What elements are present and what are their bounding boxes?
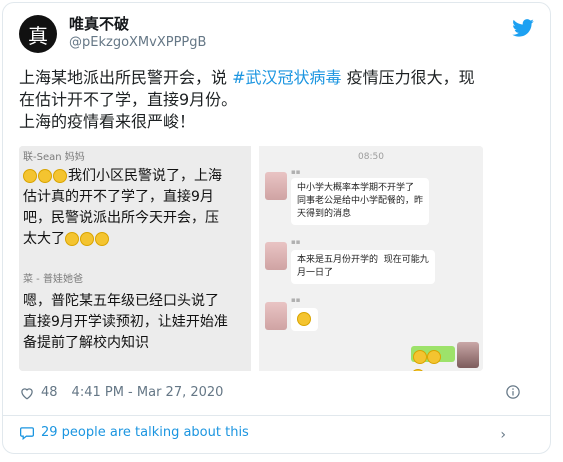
chat-message: 太大了: [23, 229, 110, 250]
media-image[interactable]: 联-Sean 妈妈 我们小区民警说了，上海 估计真的开不了学了，直接9月 吧，民…: [19, 146, 483, 371]
chat-sender: 联-Sean 妈妈: [23, 152, 85, 163]
conversation-link[interactable]: 29 people are talking about this: [19, 425, 249, 440]
chat-screenshot-left: 联-Sean 妈妈 我们小区民警说了，上海 估计真的开不了学了，直接9月 吧，民…: [19, 146, 251, 371]
tweet-text: 上海某地派出所民警开会，说 #武汉冠状病毒 疫情压力很大，现 在估计开不了学，直…: [19, 67, 534, 133]
blurred-avatar: [265, 172, 287, 200]
chat-message: 估计真的开不了学了，直接9月: [23, 189, 214, 205]
text-line: 在估计开不了学，直接9月份。: [19, 90, 238, 109]
chat-message: 备提前了解校内知识: [23, 335, 149, 351]
like-count[interactable]: 48: [41, 385, 58, 400]
chevron-right-icon[interactable]: ›: [500, 427, 506, 443]
emoji-icon: [80, 232, 94, 246]
my-chat-bubble: [411, 346, 455, 371]
tweet-header: 真 唯真不破 @pEkzgoXMvXPPPgB: [19, 13, 538, 57]
emoji-icon: [23, 169, 37, 183]
emoji-icon: [95, 232, 109, 246]
emoji-icon: [413, 350, 427, 364]
hashtag-link[interactable]: #武汉冠状病毒: [232, 68, 341, 87]
text-line: 上海的疫情看来很严峻！: [19, 112, 196, 131]
emoji-icon: [411, 368, 425, 371]
emoji-icon: [53, 169, 67, 183]
emoji-icon: [427, 349, 441, 364]
timestamp[interactable]: 4:41 PM - Mar 27, 2020: [72, 385, 224, 400]
blurred-avatar: [265, 302, 287, 330]
chat-sender: 菜 - 普娃她爸: [23, 274, 83, 285]
chat-bubble: 本来是五月份开学的 现在可能九 月一日了: [291, 250, 435, 284]
blurred-name: ▪▪: [291, 168, 301, 176]
blurred-name: ▪▪: [291, 238, 301, 246]
comment-icon: [20, 426, 34, 440]
chat-message: 嗯，普陀某五年级已经口头说了: [23, 293, 219, 309]
chat-bubble: 中小学大概率本学期不开学了 同事老公是给中小学配餐的，昨 天得到的消息: [291, 178, 430, 225]
avatar[interactable]: 真: [19, 15, 57, 53]
text-segment: 上海某地派出所民警开会，说: [19, 68, 233, 87]
author-block[interactable]: 唯真不破 @pEkzgoXMvXPPPgB: [69, 15, 206, 52]
blurred-name: ▪▪: [291, 296, 301, 304]
handle[interactable]: @pEkzgoXMvXPPPgB: [69, 34, 206, 52]
text-segment: 疫情压力很大，现: [341, 68, 475, 87]
conversation-count[interactable]: 29 people are talking about this: [41, 425, 249, 440]
tweet-meta: 48 4:41 PM - Mar 27, 2020: [19, 385, 223, 400]
tweet-card: 真 唯真不破 @pEkzgoXMvXPPPgB 上海某地派出所民警开会，说 #武…: [2, 2, 551, 454]
emoji-icon: [38, 169, 52, 183]
emoji-icon: [297, 312, 311, 326]
chat-screenshot-right: 08:50 ▪▪ 中小学大概率本学期不开学了 同事老公是给中小学配餐的，昨 天得…: [251, 146, 483, 371]
heart-icon[interactable]: [19, 386, 35, 400]
chat-message: 我们小区民警说了，上海: [23, 166, 222, 187]
twitter-bird-icon[interactable]: [512, 19, 534, 37]
chat-bubble-emoji: [291, 308, 318, 331]
chat-time: 08:50: [358, 152, 384, 162]
chat-message: 吧，民警说派出所今天开会，压: [23, 210, 219, 226]
emoji-icon: [65, 232, 79, 246]
info-icon[interactable]: [506, 385, 520, 399]
my-avatar: [457, 342, 479, 368]
divider: [3, 415, 550, 416]
chat-message: 直接9月开学读预初，让娃开始准: [23, 314, 228, 330]
display-name[interactable]: 唯真不破: [69, 15, 206, 34]
blurred-avatar: [265, 242, 287, 270]
